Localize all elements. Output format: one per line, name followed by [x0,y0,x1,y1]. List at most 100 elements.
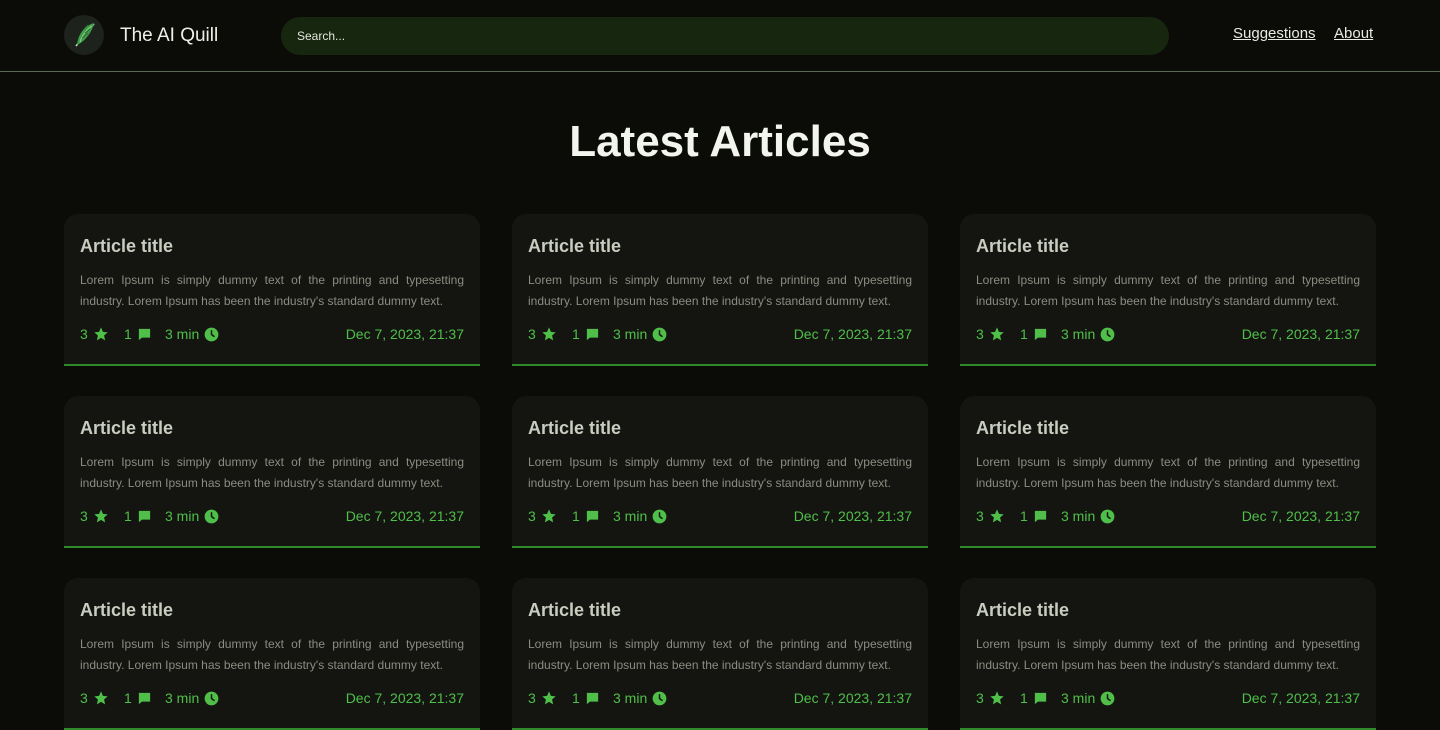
comments-value: 1 [124,690,132,706]
comments-value: 1 [572,508,580,524]
star-icon [93,690,109,706]
article-title[interactable]: Article title [80,416,173,440]
article-title[interactable]: Article title [528,234,621,258]
article-card[interactable]: Article title Lorem Ipsum is simply dummy… [512,578,928,730]
nav-link-about[interactable]: About [1334,25,1373,42]
stars-count: 3 [80,688,109,708]
read-time-value: 3 min [1061,326,1096,342]
star-icon [93,508,109,524]
page-title: Latest Articles [569,117,871,166]
comment-icon [1033,327,1048,342]
quill-icon[interactable] [64,15,104,55]
read-time-value: 3 min [165,508,200,524]
article-card[interactable]: Article title Lorem Ipsum is simply dummy… [64,396,480,548]
stars-count: 3 [528,324,557,344]
stars-value: 3 [528,326,536,342]
stars-count: 3 [80,506,109,526]
article-card[interactable]: Article title Lorem Ipsum is simply dummy… [64,214,480,366]
comment-icon [585,509,600,524]
stars-value: 3 [976,508,984,524]
article-title[interactable]: Article title [80,598,173,622]
article-title[interactable]: Article title [976,234,1069,258]
comments-value: 1 [1020,326,1028,342]
article-title[interactable]: Article title [976,416,1069,440]
comments-value: 1 [572,326,580,342]
article-card[interactable]: Article title Lorem Ipsum is simply dummy… [64,578,480,730]
article-date: Dec 7, 2023, 21:37 [1241,508,1360,524]
article-date: Dec 7, 2023, 21:37 [345,508,464,524]
article-card[interactable]: Article title Lorem Ipsum is simply dummy… [512,214,928,366]
star-icon [93,326,109,342]
comments-count: 1 [1020,688,1048,708]
site-title[interactable]: The AI Quill [120,24,218,48]
article-title[interactable]: Article title [528,598,621,622]
nav-link-suggestions[interactable]: Suggestions [1233,25,1316,42]
article-meta: 3 1 3 min Dec 7, 2023, 21:37 [80,688,464,708]
stars-value: 3 [80,690,88,706]
comments-count: 1 [1020,506,1048,526]
article-card[interactable]: Article title Lorem Ipsum is simply dummy… [960,578,1376,730]
comments-count: 1 [124,688,152,708]
read-time: 3 min [165,324,219,344]
clock-icon [204,509,219,524]
read-time-value: 3 min [613,326,648,342]
stars-count: 3 [976,688,1005,708]
clock-icon [652,509,667,524]
article-title[interactable]: Article title [80,234,173,258]
comments-count: 1 [572,688,600,708]
search-input[interactable] [281,17,1169,55]
comment-icon [137,327,152,342]
clock-icon [652,327,667,342]
clock-icon [204,327,219,342]
article-meta: 3 1 3 min Dec 7, 2023, 21:37 [976,506,1360,526]
article-meta: 3 1 3 min Dec 7, 2023, 21:37 [528,324,912,344]
stars-value: 3 [976,690,984,706]
article-excerpt: Lorem Ipsum is simply dummy text of the … [528,455,912,490]
article-card[interactable]: Article title Lorem Ipsum is simply dummy… [512,396,928,548]
read-time: 3 min [613,688,667,708]
stars-count: 3 [976,506,1005,526]
stars-count: 3 [976,324,1005,344]
article-title[interactable]: Article title [976,598,1069,622]
top-header: The AI Quill Suggestions About [0,0,1440,72]
comments-count: 1 [1020,324,1048,344]
comment-icon [1033,691,1048,706]
article-date: Dec 7, 2023, 21:37 [793,690,912,706]
article-excerpt: Lorem Ipsum is simply dummy text of the … [528,637,912,672]
read-time-value: 3 min [165,326,200,342]
article-excerpt: Lorem Ipsum is simply dummy text of the … [80,455,464,490]
article-meta: 3 1 3 min Dec 7, 2023, 21:37 [976,688,1360,708]
comments-count: 1 [572,324,600,344]
article-meta: 3 1 3 min Dec 7, 2023, 21:37 [976,324,1360,344]
stars-count: 3 [528,506,557,526]
article-excerpt: Lorem Ipsum is simply dummy text of the … [976,455,1360,490]
article-excerpt: Lorem Ipsum is simply dummy text of the … [80,637,464,672]
comments-value: 1 [572,690,580,706]
article-meta: 3 1 3 min Dec 7, 2023, 21:37 [528,506,912,526]
comment-icon [137,509,152,524]
comments-value: 1 [124,508,132,524]
stars-value: 3 [976,326,984,342]
article-date: Dec 7, 2023, 21:37 [1241,326,1360,342]
comments-count: 1 [124,324,152,344]
article-date: Dec 7, 2023, 21:37 [793,326,912,342]
article-date: Dec 7, 2023, 21:37 [345,326,464,342]
read-time: 3 min [613,324,667,344]
stars-value: 3 [528,508,536,524]
star-icon [541,508,557,524]
article-meta: 3 1 3 min Dec 7, 2023, 21:37 [80,506,464,526]
stars-count: 3 [528,688,557,708]
article-card[interactable]: Article title Lorem Ipsum is simply dummy… [960,214,1376,366]
read-time-value: 3 min [165,690,200,706]
article-card[interactable]: Article title Lorem Ipsum is simply dummy… [960,396,1376,548]
comment-icon [137,691,152,706]
star-icon [989,690,1005,706]
comments-value: 1 [1020,690,1028,706]
star-icon [541,326,557,342]
read-time-value: 3 min [613,508,648,524]
article-title[interactable]: Article title [528,416,621,440]
comments-value: 1 [1020,508,1028,524]
clock-icon [652,691,667,706]
article-meta: 3 1 3 min Dec 7, 2023, 21:37 [80,324,464,344]
article-date: Dec 7, 2023, 21:37 [793,508,912,524]
